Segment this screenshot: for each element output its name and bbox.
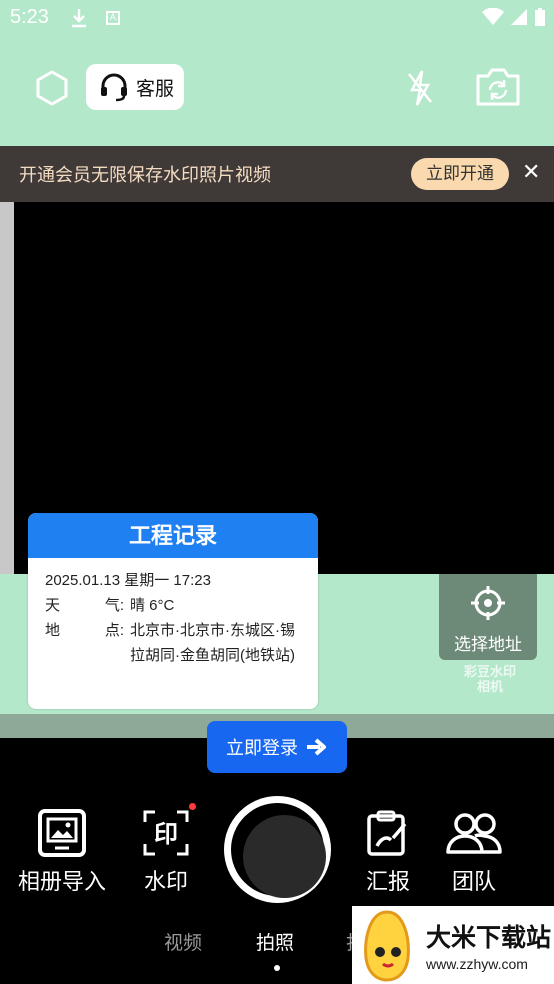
flash-off-icon[interactable] — [405, 68, 435, 112]
status-bar: 5:23 A — [0, 0, 554, 38]
mode-video[interactable]: 视频 — [164, 928, 202, 955]
membership-banner: 开通会员无限保存水印照片视频 立即开通 ✕ — [0, 146, 554, 202]
customer-service-label: 客服 — [136, 78, 175, 100]
preview-edge — [0, 202, 14, 574]
watermark-weather-value: 晴 6°C — [130, 597, 175, 614]
shutter-button[interactable] — [224, 796, 331, 903]
login-label: 立即登录 — [226, 738, 298, 758]
a-icon: A — [106, 11, 120, 25]
watermark-title: 工程记录 — [28, 513, 318, 558]
mode-indicator-dot — [274, 965, 280, 971]
switch-camera-icon[interactable] — [474, 66, 522, 112]
arrow-right-icon — [307, 738, 326, 756]
select-address-button[interactable]: 选择地址 — [439, 574, 537, 660]
mode-photo[interactable]: 拍照 — [256, 928, 294, 955]
app-logo-watermark: 彩豆水印 相机 — [463, 664, 516, 694]
top-bar: 客服 — [0, 62, 554, 112]
report-label: 汇报 — [365, 869, 410, 894]
membership-banner-text: 开通会员无限保存水印照片视频 — [19, 165, 271, 185]
new-indicator-dot — [189, 803, 196, 810]
team-icon — [446, 813, 502, 854]
status-icons — [482, 7, 546, 27]
open-membership-button[interactable]: 立即开通 — [411, 158, 509, 190]
team-button[interactable]: 团队 — [444, 808, 504, 896]
select-address-label: 选择地址 — [454, 635, 522, 654]
watermark-datetime: 2025.01.13 星期一 17:23 — [45, 572, 211, 589]
album-icon — [38, 809, 86, 857]
site-url: www.zzhyw.com — [426, 956, 528, 972]
site-badge: 大米下载站 www.zzhyw.com — [352, 906, 554, 984]
status-time: 5:23 — [10, 6, 49, 28]
team-label: 团队 — [451, 869, 496, 894]
album-import-label: 相册导入 — [17, 869, 106, 894]
headset-icon — [101, 73, 127, 102]
battery-icon — [535, 8, 545, 26]
customer-service-button[interactable]: 客服 — [86, 64, 184, 110]
report-icon — [367, 810, 407, 856]
watermark-place-value: 北京市·北京市·东城区·锡拉胡同·金鱼胡同(地铁站) — [130, 622, 295, 664]
close-banner-icon[interactable]: ✕ — [522, 160, 540, 186]
signal-icon — [511, 9, 527, 25]
login-button[interactable]: 立即登录 — [207, 721, 347, 773]
album-import-button[interactable]: 相册导入 — [12, 808, 112, 896]
report-button[interactable]: 汇报 — [358, 808, 418, 896]
wifi-icon — [482, 8, 504, 25]
site-name: 大米下载站 — [426, 924, 552, 952]
svg-text:印: 印 — [154, 820, 178, 848]
watermark-icon: 印 — [143, 810, 189, 856]
watermark-label: 水印 — [143, 869, 188, 894]
settings-icon[interactable] — [34, 70, 70, 110]
download-icon — [70, 8, 88, 32]
location-target-icon — [471, 586, 505, 620]
mascot-icon — [364, 910, 410, 982]
watermark-button[interactable]: 印 水印 — [136, 808, 196, 896]
watermark-place-row: 地点: 北京市·北京市·东城区·锡拉胡同·金鱼胡同(地铁站) — [45, 618, 318, 668]
watermark-weather-row: 天气: 晴 6°C — [45, 593, 318, 618]
watermark-card[interactable]: 工程记录 2025.01.13 星期一 17:23 天气: 晴 6°C 地点: … — [28, 513, 318, 709]
